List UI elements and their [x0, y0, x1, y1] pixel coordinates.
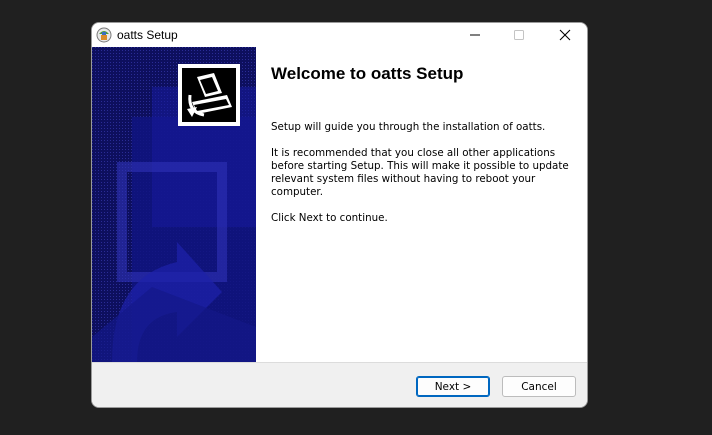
button-bar: Next > Cancel	[92, 362, 587, 407]
window-title: oatts Setup	[117, 28, 178, 42]
installer-app-icon	[96, 27, 112, 43]
close-icon	[559, 29, 571, 41]
close-button[interactable]	[543, 23, 587, 47]
page-title: Welcome to oatts Setup	[271, 64, 464, 83]
minimize-icon	[470, 34, 480, 36]
next-button[interactable]: Next >	[416, 376, 490, 397]
instruction-text: Click Next to continue.	[271, 212, 388, 224]
title-bar[interactable]: oatts Setup	[92, 23, 587, 47]
minimize-button[interactable]	[453, 23, 497, 47]
maximize-icon	[514, 30, 524, 40]
installer-computer-icon	[178, 64, 240, 126]
setup-window: oatts Setup Welcome to oatts Setup Setup…	[91, 22, 588, 408]
welcome-content: Welcome to oatts Setup Setup will guide …	[256, 47, 587, 362]
cancel-button[interactable]: Cancel	[502, 376, 576, 397]
welcome-side-image	[92, 47, 256, 362]
intro-text: Setup will guide you through the install…	[271, 121, 546, 133]
maximize-button	[497, 23, 541, 47]
recommendation-text: It is recommended that you close all oth…	[271, 147, 569, 198]
